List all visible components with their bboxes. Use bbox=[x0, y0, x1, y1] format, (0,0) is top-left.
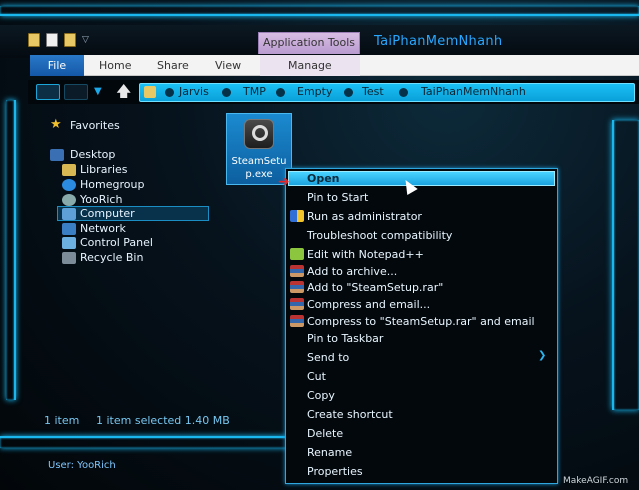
forward-button[interactable] bbox=[64, 84, 88, 100]
recycle-bin-icon bbox=[62, 252, 76, 264]
computer-icon bbox=[62, 208, 76, 220]
menu-item-copy[interactable]: Copy bbox=[307, 389, 335, 402]
winrar-icon bbox=[290, 281, 304, 293]
up-arrow-icon[interactable]: 🡅 bbox=[116, 81, 131, 106]
menu-item-add-steamsetup-rar[interactable]: Add to "SteamSetup.rar" bbox=[307, 281, 443, 294]
nav-desktop[interactable]: Desktop bbox=[70, 147, 115, 162]
crumb-jarvis[interactable]: Jarvis bbox=[179, 85, 209, 98]
crumb-separator bbox=[165, 88, 174, 97]
winrar-icon bbox=[290, 298, 304, 310]
user-icon bbox=[62, 194, 76, 206]
nav-yoorich[interactable]: YooRich bbox=[80, 192, 122, 207]
crumb-separator bbox=[276, 88, 285, 97]
menu-item-run-as-admin[interactable]: Run as administrator bbox=[307, 210, 422, 223]
menu-item-delete[interactable]: Delete bbox=[307, 427, 343, 440]
nav-libraries[interactable]: Libraries bbox=[80, 162, 128, 177]
file-name-line1: SteamSetu bbox=[231, 156, 287, 167]
crumb-tmp[interactable]: TMP bbox=[243, 85, 266, 98]
tab-home[interactable]: Home bbox=[99, 59, 131, 72]
properties-icon[interactable] bbox=[46, 33, 58, 47]
nav-network[interactable]: Network bbox=[80, 221, 126, 236]
back-button[interactable] bbox=[36, 84, 60, 100]
menu-item-send-to[interactable]: Send to bbox=[307, 351, 349, 364]
address-bar[interactable]: Jarvis TMP Empty Test TaiPhanMemNhanh bbox=[139, 83, 635, 102]
tab-file[interactable]: File bbox=[30, 55, 84, 76]
folder-icon[interactable] bbox=[28, 33, 40, 47]
nav-control-panel[interactable]: Control Panel bbox=[80, 235, 153, 250]
frame-left-bar bbox=[6, 100, 16, 400]
menu-item-open[interactable]: Open bbox=[307, 172, 340, 185]
shield-icon bbox=[290, 210, 304, 222]
nav-computer[interactable]: Computer bbox=[80, 206, 135, 221]
menu-item-compress-email[interactable]: Compress and email... bbox=[307, 298, 430, 311]
quick-access-toolbar: ▽ bbox=[28, 33, 89, 51]
folder-icon bbox=[144, 86, 156, 98]
context-tab-label: Application Tools bbox=[262, 36, 356, 49]
menu-item-properties[interactable]: Properties bbox=[307, 465, 363, 478]
winrar-icon bbox=[290, 265, 304, 277]
menu-item-edit-notepad[interactable]: Edit with Notepad++ bbox=[307, 248, 424, 261]
status-selection: 1 item selected 1.40 MB bbox=[96, 414, 230, 427]
nav-homegroup[interactable]: Homegroup bbox=[80, 177, 144, 192]
menu-item-compress-to-rar-email[interactable]: Compress to "SteamSetup.rar" and email bbox=[307, 315, 535, 328]
frame-top-edge bbox=[0, 6, 639, 16]
watermark: MakeAGIF.com bbox=[563, 476, 629, 486]
steam-logo-circle bbox=[252, 125, 268, 141]
recent-locations-icon[interactable]: ▼ bbox=[94, 86, 102, 97]
menu-item-pin-to-start[interactable]: Pin to Start bbox=[307, 191, 368, 204]
desktop-icon bbox=[50, 149, 64, 161]
window-title: TaiPhanMemNhanh bbox=[374, 34, 503, 49]
nav-favorites[interactable]: Favorites bbox=[70, 118, 120, 133]
star-icon: ★ bbox=[50, 117, 62, 132]
tab-manage[interactable]: Manage bbox=[288, 59, 332, 72]
frame-bottom-bar bbox=[0, 436, 290, 448]
crumb-separator bbox=[399, 88, 408, 97]
menu-item-create-shortcut[interactable]: Create shortcut bbox=[307, 408, 393, 421]
menu-item-cut[interactable]: Cut bbox=[307, 370, 326, 383]
control-panel-icon bbox=[62, 237, 76, 249]
menu-item-rename[interactable]: Rename bbox=[307, 446, 352, 459]
tab-view[interactable]: View bbox=[215, 59, 241, 72]
notepad-plus-icon bbox=[290, 248, 304, 260]
status-item-count: 1 item bbox=[44, 414, 80, 427]
homegroup-icon bbox=[62, 179, 76, 191]
frame-right-bar bbox=[612, 120, 639, 410]
menu-item-pin-taskbar[interactable]: Pin to Taskbar bbox=[307, 332, 383, 345]
tab-share[interactable]: Share bbox=[157, 59, 189, 72]
crumb-test[interactable]: Test bbox=[362, 85, 384, 98]
crumb-empty[interactable]: Empty bbox=[297, 85, 332, 98]
crumb-separator bbox=[344, 88, 353, 97]
menu-item-troubleshoot[interactable]: Troubleshoot compatibility bbox=[307, 229, 452, 242]
user-label: User: YooRich bbox=[48, 460, 116, 471]
menu-item-add-archive[interactable]: Add to archive... bbox=[307, 265, 397, 278]
chevron-right-icon: ❯ bbox=[538, 350, 547, 361]
chevron-down-icon[interactable]: ▽ bbox=[82, 33, 89, 51]
nav-recycle-bin[interactable]: Recycle Bin bbox=[80, 250, 143, 265]
new-folder-icon[interactable] bbox=[64, 33, 76, 47]
winrar-icon bbox=[290, 315, 304, 327]
libraries-icon bbox=[62, 164, 76, 176]
crumb-taiphanmemnhanh[interactable]: TaiPhanMemNhanh bbox=[421, 85, 526, 98]
steam-icon bbox=[244, 119, 274, 149]
network-icon bbox=[62, 223, 76, 235]
crumb-separator bbox=[222, 88, 231, 97]
desktop-window: ▽ Application Tools TaiPhanMemNhanh File… bbox=[0, 0, 639, 490]
red-arrow-icon: ➜ bbox=[278, 174, 290, 190]
